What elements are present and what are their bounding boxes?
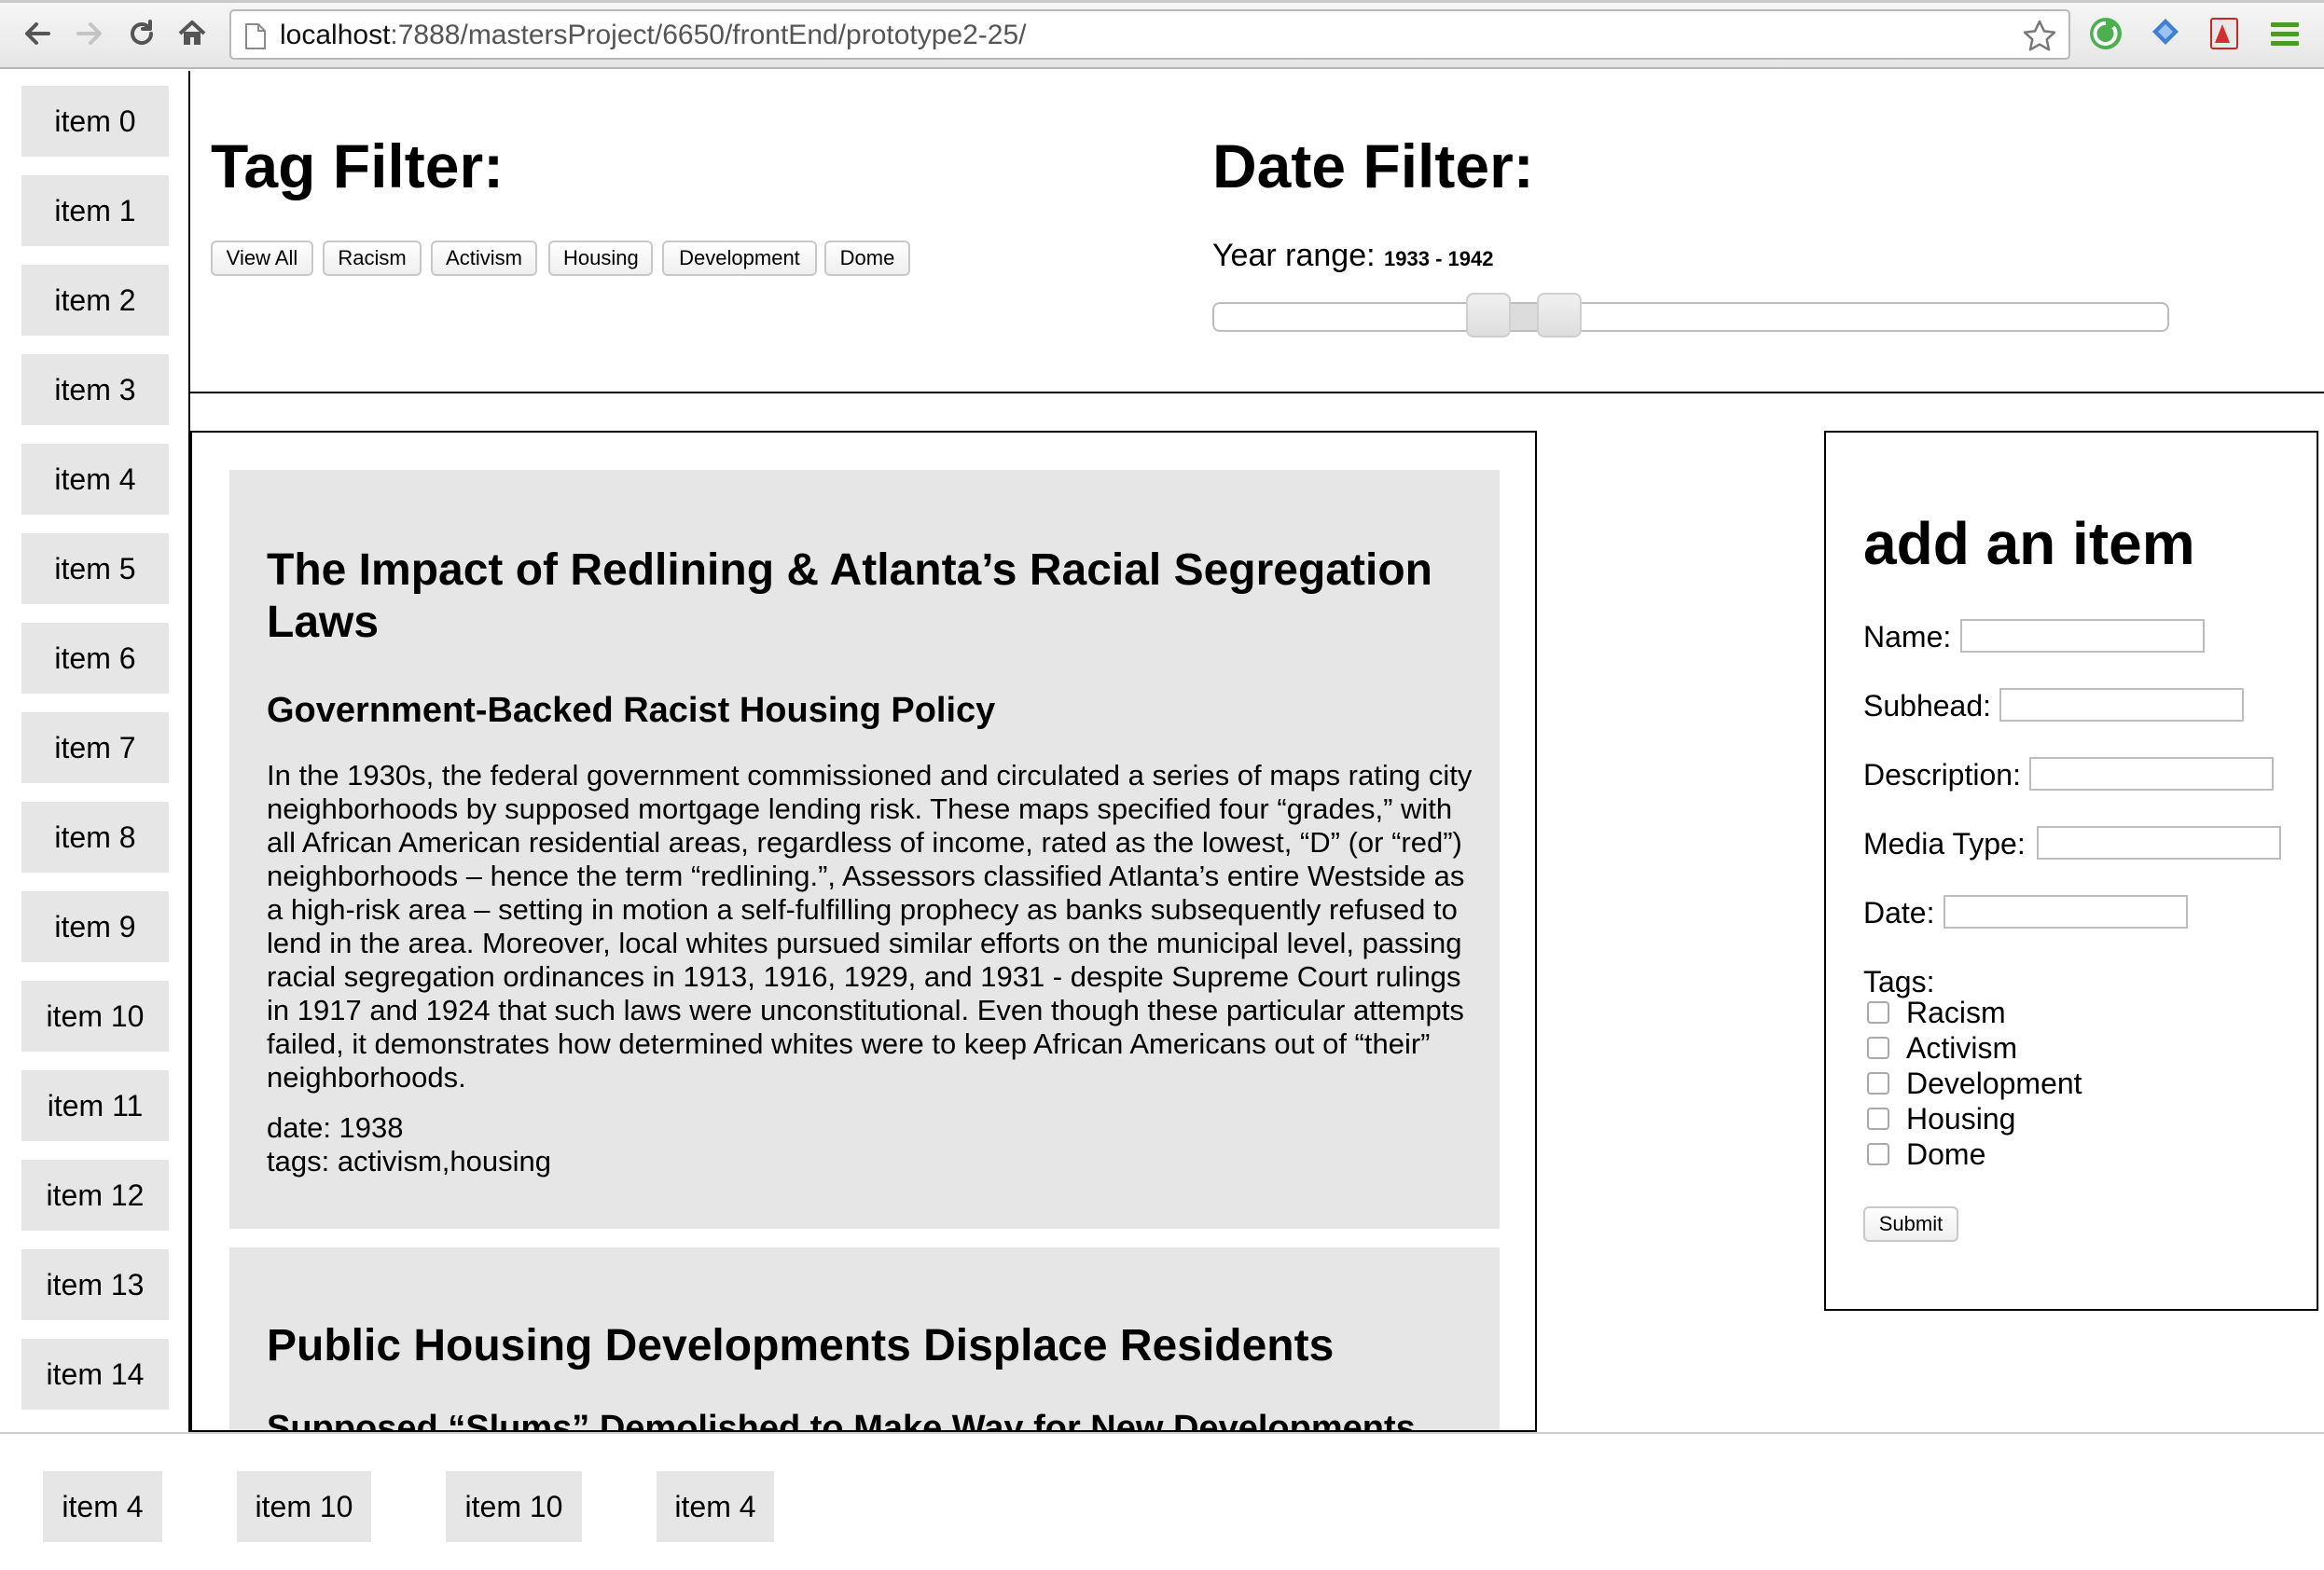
tag-button-housing[interactable]: Housing bbox=[548, 241, 653, 276]
media-type-input[interactable] bbox=[2037, 826, 2281, 860]
sidebar-item-14[interactable]: item 14 bbox=[21, 1339, 169, 1410]
sidebar-item-4[interactable]: item 4 bbox=[21, 444, 169, 515]
year-range-slider-track[interactable] bbox=[1212, 302, 2169, 332]
sidebar-item-6[interactable]: item 6 bbox=[21, 623, 169, 694]
back-arrow-icon bbox=[25, 22, 50, 45]
sidebar-item-0[interactable]: item 0 bbox=[21, 86, 169, 157]
article-description: In the 1930s, the federal government com… bbox=[267, 759, 1473, 1094]
tag-checkbox-label: Housing bbox=[1906, 1102, 2016, 1136]
checkbox[interactable] bbox=[1867, 1108, 1889, 1130]
browser-toolbar: localhost:7888/mastersProject/6650/front… bbox=[0, 0, 2324, 69]
tag-checkbox-activism[interactable]: Activism bbox=[1867, 1031, 2017, 1065]
sidebar-item-11[interactable]: item 11 bbox=[21, 1070, 169, 1141]
date-filter-title: Date Filter: bbox=[1212, 131, 1534, 200]
sidebar-item-13[interactable]: item 13 bbox=[21, 1249, 169, 1320]
page-icon bbox=[245, 23, 266, 49]
checkbox[interactable] bbox=[1867, 1072, 1889, 1095]
home-button[interactable] bbox=[172, 13, 213, 54]
back-button[interactable] bbox=[17, 13, 58, 54]
article-tags: tags: activism,housing bbox=[267, 1145, 551, 1178]
dock-item[interactable]: item 10 bbox=[446, 1471, 582, 1542]
dock-item[interactable]: item 4 bbox=[43, 1471, 162, 1542]
sidebar: item 0 item 1 item 2 item 3 item 4 item … bbox=[0, 71, 190, 1432]
add-item-form: add an item Name: Subhead: Description: … bbox=[1824, 431, 2318, 1311]
article-subhead: Government-Backed Racist Housing Policy bbox=[267, 691, 996, 730]
dock-item[interactable]: item 10 bbox=[237, 1471, 371, 1542]
description-input[interactable] bbox=[2029, 757, 2274, 791]
year-range-min-handle[interactable] bbox=[1466, 293, 1511, 337]
sidebar-item-8[interactable]: item 8 bbox=[21, 802, 169, 873]
checkbox[interactable] bbox=[1867, 1037, 1889, 1059]
extension-green-icon[interactable] bbox=[2087, 15, 2124, 52]
address-bar[interactable]: localhost:7888/mastersProject/6650/front… bbox=[229, 9, 2070, 60]
checkbox[interactable] bbox=[1867, 1001, 1889, 1024]
subhead-input[interactable] bbox=[1999, 688, 2244, 722]
tag-button-activism[interactable]: Activism bbox=[431, 241, 537, 276]
sidebar-item-9[interactable]: item 9 bbox=[21, 891, 169, 962]
article-date: date: 1938 bbox=[267, 1111, 404, 1144]
articles-panel: The Impact of Redlining & Atlanta’s Raci… bbox=[190, 431, 1537, 1432]
tag-button-racism[interactable]: Racism bbox=[323, 241, 422, 276]
subhead-label: Subhead: bbox=[1863, 689, 1992, 723]
year-range-max-handle[interactable] bbox=[1537, 293, 1582, 337]
dock-item[interactable]: item 4 bbox=[657, 1471, 774, 1542]
date-input[interactable] bbox=[1944, 895, 2188, 929]
tag-checkbox-label: Racism bbox=[1906, 996, 2006, 1029]
tag-filter-title: Tag Filter: bbox=[211, 131, 505, 200]
article-title: The Impact of Redlining & Atlanta’s Raci… bbox=[267, 545, 1432, 647]
filter-bar bbox=[190, 71, 2324, 393]
extension-blue-icon[interactable] bbox=[2147, 15, 2184, 52]
url-text: localhost:7888/mastersProject/6650/front… bbox=[280, 20, 1026, 51]
tag-checkbox-label: Dome bbox=[1906, 1137, 1986, 1171]
media-type-label: Media Type: bbox=[1863, 827, 2026, 861]
tag-checkbox-development[interactable]: Development bbox=[1867, 1067, 2082, 1100]
name-label: Name: bbox=[1863, 620, 1952, 654]
reload-button[interactable] bbox=[121, 13, 162, 54]
url-host: localhost bbox=[280, 20, 391, 50]
tags-label: Tags: bbox=[1863, 965, 1935, 998]
bookmark-star-icon[interactable] bbox=[2022, 19, 2057, 54]
tag-checkbox-label: Development bbox=[1906, 1067, 2082, 1100]
sidebar-item-7[interactable]: item 7 bbox=[21, 712, 169, 783]
article-subhead: Supposed “Slums” Demolished to Make Way … bbox=[267, 1409, 1416, 1432]
tag-checkbox-racism[interactable]: Racism bbox=[1867, 996, 2006, 1029]
sidebar-item-5[interactable]: item 5 bbox=[21, 533, 169, 604]
date-label: Date: bbox=[1863, 896, 1935, 930]
article-card: The Impact of Redlining & Atlanta’s Raci… bbox=[229, 470, 1500, 1229]
tag-checkbox-housing[interactable]: Housing bbox=[1867, 1102, 2015, 1136]
extension-red-icon[interactable] bbox=[2206, 15, 2244, 52]
description-label: Description: bbox=[1863, 758, 2021, 792]
tab-strip-edge bbox=[0, 0, 2324, 3]
submit-button[interactable]: Submit bbox=[1863, 1206, 1958, 1242]
forward-arrow-icon bbox=[76, 22, 102, 45]
sidebar-item-3[interactable]: item 3 bbox=[21, 354, 169, 425]
article-title: Public Housing Developments Displace Res… bbox=[267, 1321, 1335, 1370]
year-range-caption: Year range: bbox=[1212, 238, 1376, 273]
sidebar-item-1[interactable]: item 1 bbox=[21, 175, 169, 246]
url-path: :7888/mastersProject/6650/frontEnd/proto… bbox=[390, 20, 1027, 50]
year-range-label: Year range: 1933 - 1942 bbox=[1212, 238, 1493, 274]
menu-hamburger-icon[interactable] bbox=[2266, 15, 2303, 52]
year-range-value: 1933 - 1942 bbox=[1384, 247, 1494, 270]
article-card: Public Housing Developments Displace Res… bbox=[229, 1247, 1500, 1432]
tag-button-dome[interactable]: Dome bbox=[824, 241, 910, 276]
tag-button-development[interactable]: Development bbox=[662, 241, 817, 276]
reload-icon bbox=[131, 20, 154, 46]
name-input[interactable] bbox=[1960, 619, 2205, 653]
add-item-title: add an item bbox=[1863, 510, 2195, 577]
sidebar-item-10[interactable]: item 10 bbox=[21, 981, 169, 1052]
checkbox[interactable] bbox=[1867, 1143, 1889, 1165]
tag-checkbox-dome[interactable]: Dome bbox=[1867, 1137, 1985, 1171]
forward-button[interactable] bbox=[69, 13, 110, 54]
tag-button-view-all[interactable]: View All bbox=[211, 241, 313, 276]
sidebar-item-12[interactable]: item 12 bbox=[21, 1160, 169, 1231]
home-icon bbox=[178, 21, 206, 45]
tag-checkbox-label: Activism bbox=[1906, 1031, 2018, 1065]
sidebar-item-2[interactable]: item 2 bbox=[21, 265, 169, 336]
bottom-dock: item 4 item 10 item 10 item 4 bbox=[0, 1432, 2324, 1570]
